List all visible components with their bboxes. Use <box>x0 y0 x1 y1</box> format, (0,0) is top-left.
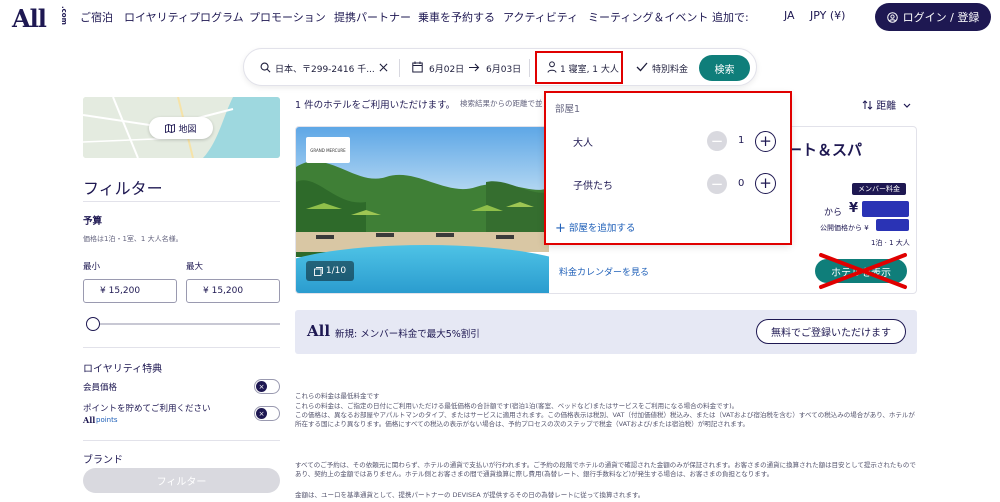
fine-print-3: この価格は、異なるお部屋やアパルトマンのタイプ、またはサービスに適用されます。こ… <box>295 411 915 428</box>
brand-label: ブランド <box>83 455 123 466</box>
sort-label: 距離 <box>876 101 897 112</box>
banner-text: 新規: メンバー料金で最大5%割引 <box>335 329 480 340</box>
nav-meetings[interactable]: ミーティング＆イベント <box>588 9 708 25</box>
divider <box>83 440 280 441</box>
public-price-label: 公開価格から ¥ <box>820 224 869 232</box>
membership-banner: All 新規: メンバー料金で最大5%割引 無料でご登録いただけます <box>295 310 917 354</box>
hotel-name[interactable]: ート＆スパ <box>787 139 862 160</box>
max-label: 最大 <box>186 262 204 272</box>
nav-loyalty[interactable]: ロイヤリティプログラム <box>124 9 244 25</box>
logo-suffix: .com <box>60 6 68 25</box>
price-slider-track[interactable] <box>93 323 280 325</box>
search-button-label: 検索 <box>714 64 735 76</box>
gallery-icon <box>313 266 323 276</box>
filters-title: フィルター <box>83 179 163 198</box>
login-button[interactable]: ログイン / 登録 <box>875 3 991 31</box>
member-rate-badge: メンバー料金 <box>852 183 906 195</box>
map-thumbnail[interactable]: 地図 <box>83 97 280 158</box>
nav-promotions[interactable]: プロモーション <box>249 9 326 25</box>
map-icon <box>165 123 176 133</box>
calendar-icon <box>412 61 423 73</box>
hotel-image[interactable]: GRAND MERCURE 1/10 <box>296 127 549 293</box>
points-sub: points <box>96 416 118 424</box>
price-currency: ¥ <box>849 201 859 216</box>
close-icon: × <box>256 408 267 419</box>
login-label: ログイン / 登録 <box>902 11 980 24</box>
budget-note: 価格は1泊・1室、1 大人名様。 <box>83 235 183 243</box>
close-icon: × <box>256 381 267 392</box>
nav-stays[interactable]: ご宿泊 <box>80 9 113 25</box>
fine-print-5: 金額は、ユーロを基準通貨として、提携パートナーの DEVISEA が提供するその… <box>295 491 645 499</box>
divider <box>529 59 530 77</box>
nav-ride[interactable]: 乗車を予約する <box>418 9 495 25</box>
annotation-highlight-occupancy <box>535 51 623 84</box>
brand-logo: GRAND MERCURE <box>306 137 350 163</box>
checkout-date[interactable]: 6月03日 <box>486 62 521 75</box>
rate-calendar-link[interactable]: 料金カレンダーを見る <box>559 265 649 278</box>
user-circle-icon <box>886 11 898 23</box>
search-bar: 日本、〒299-2416 千... 6月02日 6月03日 1 寝室, 1 大人… <box>243 48 757 86</box>
redacted-price <box>862 201 909 217</box>
top-header: All .com ご宿泊 ロイヤリティプログラム プロモーション 提携パートナー… <box>0 0 1000 34</box>
apply-filter-button[interactable]: フィルター <box>83 468 280 493</box>
nav-partners[interactable]: 提携パートナー <box>334 9 411 25</box>
divider <box>83 201 280 202</box>
destination-input[interactable]: 日本、〒299-2416 千... <box>275 62 375 75</box>
search-icon <box>260 62 271 73</box>
divider <box>83 347 280 348</box>
arrow-right-icon <box>469 63 480 72</box>
map-button-label: 地図 <box>178 124 197 135</box>
redacted-public-price <box>876 219 909 231</box>
checkin-date[interactable]: 6月02日 <box>429 62 464 75</box>
budget-label: 予算 <box>83 216 103 227</box>
filter-button-label: フィルター <box>156 477 207 488</box>
all-logo[interactable]: All <box>12 4 47 33</box>
price-from-label: から <box>824 208 843 218</box>
result-count: 1 件のホテルをご利用いただけます。 <box>295 100 456 111</box>
member-rate-toggle[interactable]: × <box>254 379 280 394</box>
fine-print-4: すべてのご予約は、その依頼元に関わらず、ホテルの通貨で支払いが行われます。ご予約… <box>295 461 916 478</box>
divider <box>399 59 400 77</box>
nav-more[interactable]: 追加で: <box>712 9 749 25</box>
free-register-button[interactable]: 無料でご登録いただけます <box>756 319 906 344</box>
price-slider-handle[interactable] <box>86 317 100 331</box>
chevron-down-icon <box>903 103 911 108</box>
sort-selector[interactable]: 距離 <box>862 97 911 112</box>
fine-print-1: これらの料金は最低料金です <box>295 392 380 400</box>
clear-destination-icon[interactable] <box>379 63 388 72</box>
result-note: 検索結果からの距離で並 <box>460 99 543 108</box>
loyalty-label: ロイヤリティ特典 <box>83 364 163 375</box>
banner-logo: All <box>307 322 331 340</box>
max-price-input[interactable]: ¥ 15,200 <box>186 279 280 303</box>
min-label: 最小 <box>83 262 101 272</box>
min-price-input[interactable]: ¥ 15,200 <box>83 279 177 303</box>
points-toggle[interactable]: × <box>254 406 280 421</box>
image-counter[interactable]: 1/10 <box>306 261 354 281</box>
per-night-label: 1泊 · 1 大人 <box>871 239 910 247</box>
special-rate-toggle[interactable]: 特別料金 <box>652 62 688 75</box>
check-icon <box>636 62 648 72</box>
annotation-highlight-popup <box>544 91 792 245</box>
search-button[interactable]: 検索 <box>699 55 750 81</box>
map-button[interactable]: 地図 <box>149 117 213 139</box>
member-rate-label: 会員価格 <box>83 383 118 393</box>
language-selector[interactable]: JA <box>784 9 795 22</box>
annotation-cross <box>819 253 907 289</box>
currency-selector[interactable]: JPY (¥) <box>810 9 845 22</box>
nav-activities[interactable]: アクティビティ <box>503 9 578 25</box>
free-register-label: 無料でご登録いただけます <box>771 328 891 339</box>
sort-icon <box>862 100 873 110</box>
points-label: ポイントを貯めてご利用ください <box>83 404 211 414</box>
points-brand: All <box>83 415 96 425</box>
image-counter-label: 1/10 <box>325 266 347 276</box>
fine-print-2: これらの料金は、ご指定の日付にご利用いただける最低価格の合計額です(宿泊1泊(客… <box>295 402 739 410</box>
